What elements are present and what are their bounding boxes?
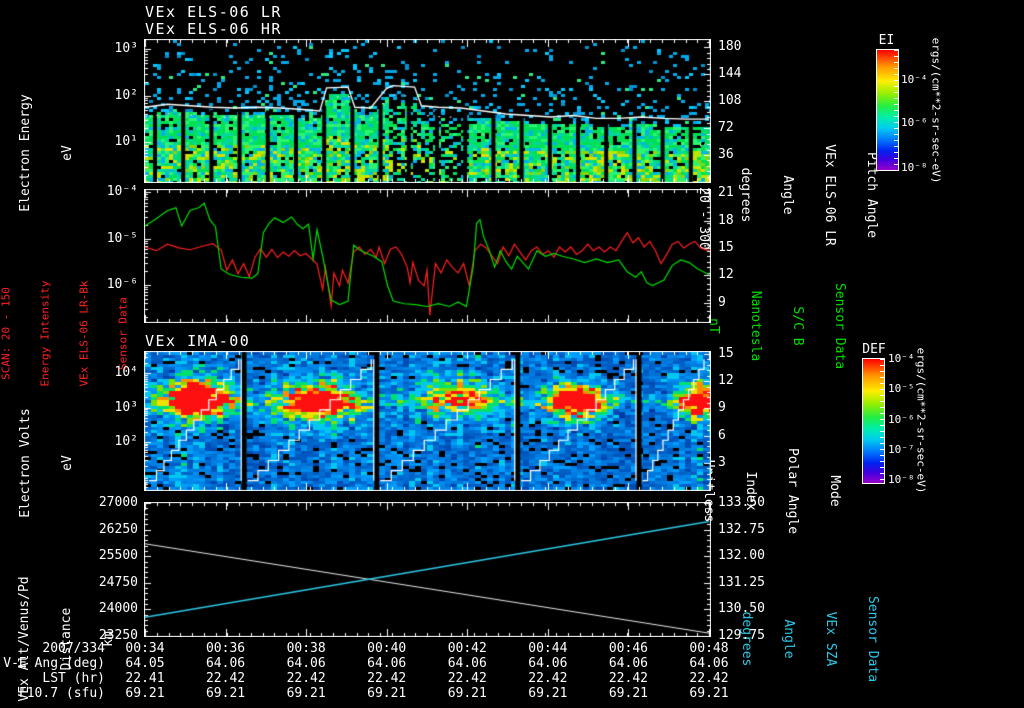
- panel1-plot-canvas: [144, 39, 711, 183]
- axis-tick-label: 6: [718, 427, 726, 443]
- annotation-value: 64.06: [608, 656, 648, 671]
- axis-tick-label: 9: [718, 400, 726, 416]
- colorbar-def-tick-label: 10⁻⁷: [888, 442, 915, 456]
- axis-tick-label: 132.00: [718, 548, 765, 564]
- axis-tick-label: 108: [718, 93, 742, 109]
- colorbar-def-tick-label: 10⁻⁴: [888, 352, 915, 366]
- time-label: 00:36: [205, 641, 246, 656]
- time-label: 00:40: [367, 641, 407, 656]
- panel1-y-axis-label: Electron Energy eV: [18, 94, 75, 212]
- annotation-value: 64.06: [447, 656, 487, 671]
- annotation-value: 22.42: [528, 671, 568, 686]
- time-label: 00:42: [447, 641, 487, 656]
- axis-tick-label: 72: [718, 120, 734, 136]
- colorbar-def-tick-label: 10⁻⁵: [888, 382, 915, 395]
- panel1-title-line2: VEx ELS-06 HR: [145, 20, 282, 38]
- annotation-value: 22.42: [286, 671, 326, 686]
- time-label: 00:38: [286, 641, 326, 656]
- annotation-value: 69.21: [205, 686, 246, 701]
- colorbar-ei-tick-label: 10⁻⁶: [901, 116, 928, 130]
- panel3-plot-canvas: [144, 351, 711, 491]
- axis-tick-label: 21: [718, 185, 734, 201]
- row-label-lst: LST (hr): [42, 671, 105, 686]
- annotation-value: 22.42: [608, 671, 648, 686]
- row-label-ve-ang: V-E Ang (deg): [3, 656, 105, 671]
- axis-tick-label: 10⁻⁴: [106, 184, 138, 200]
- axis-tick-label: 26250: [98, 521, 138, 537]
- axis-tick-label: 132.75: [718, 521, 765, 537]
- colorbar-def-tick-label: 10⁻⁶: [888, 413, 915, 426]
- axis-tick-label: 9: [718, 294, 726, 310]
- annotation-value: 69.21: [528, 686, 568, 701]
- annotation-value: 64.06: [205, 656, 246, 671]
- time-label: 00:46: [608, 641, 648, 656]
- axis-tick-label: 24000: [98, 601, 138, 617]
- axis-tick-label: 130.50: [718, 601, 765, 617]
- colorbar-ei: [876, 49, 899, 171]
- axis-tick-label: 15: [718, 240, 734, 255]
- axis-tick-label: 133.50: [718, 495, 765, 510]
- colorbar-ei-tick-label: 10⁻⁴: [901, 73, 928, 87]
- row-label-f107: F10.7 (sfu): [18, 686, 105, 701]
- annotation-value: 64.06: [528, 656, 568, 671]
- axis-tick-label: 10³: [114, 41, 138, 57]
- axis-tick-label: 10²: [114, 433, 138, 449]
- axis-tick-label: 18: [718, 212, 734, 228]
- annotation-value: 69.21: [286, 686, 326, 701]
- axis-tick-label: 3: [718, 454, 726, 470]
- axis-tick-label: 144: [718, 66, 742, 82]
- annotation-value: 22.42: [447, 671, 487, 686]
- annotation-value: 22.42: [689, 671, 729, 686]
- annotation-value: 64.06: [689, 656, 729, 671]
- axis-tick-label: 10⁻⁶: [106, 276, 138, 292]
- axis-tick-label: 27000: [98, 495, 138, 510]
- axis-tick-label: 10⁻⁵: [106, 230, 138, 246]
- panel4-plot-canvas: [144, 502, 711, 637]
- plot-screen: VEx ELS-06 LR VEx ELS-06 HR VEx IMA-00 E…: [0, 0, 1024, 708]
- time-label: 00:34: [125, 641, 165, 656]
- annotation-value: 64.06: [367, 656, 407, 671]
- annotation-value: 69.21: [608, 686, 648, 701]
- annotation-value: 22.41: [125, 671, 165, 686]
- annotation-value: 69.21: [125, 686, 165, 701]
- axis-tick-label: 131.25: [718, 574, 765, 590]
- annotation-value: 69.21: [689, 686, 729, 701]
- annotation-value: 69.21: [447, 686, 487, 701]
- axis-tick-label: 24750: [98, 574, 138, 590]
- axis-tick-label: 12: [718, 373, 734, 389]
- annotation-value: 22.42: [205, 671, 246, 686]
- annotation-value: 64.06: [286, 656, 326, 671]
- time-label: 00:44: [528, 641, 568, 656]
- annotation-value: 22.42: [367, 671, 407, 686]
- axis-tick-label: 25500: [98, 548, 138, 564]
- panel2-plot-canvas: [144, 189, 711, 323]
- axis-tick-label: 180: [718, 39, 742, 55]
- axis-tick-label: 10²: [114, 87, 138, 103]
- colorbar-ei-title: EI: [878, 33, 895, 48]
- annotation-value: 69.21: [367, 686, 407, 701]
- colorbar-def-units: ergs/(cm**2-sr-sec-eV): [914, 347, 928, 494]
- axis-tick-label: 10¹: [114, 134, 138, 150]
- axis-tick-label: 15: [718, 345, 734, 361]
- panel3-title: VEx IMA-00: [145, 332, 251, 350]
- annotation-value: 64.05: [125, 656, 165, 671]
- axis-tick-label: 10⁴: [114, 365, 138, 381]
- colorbar-def: [862, 358, 885, 484]
- colorbar-def-title: DEF: [862, 342, 886, 357]
- panel1-title-line1: VEx ELS-06 LR: [145, 3, 282, 21]
- axis-tick-label: 12: [718, 267, 734, 283]
- colorbar-ei-units: ergs/(cm**2-sr-sec-eV): [929, 37, 943, 184]
- time-label: 00:48: [689, 641, 729, 656]
- axis-tick-label: 10³: [114, 399, 138, 415]
- colorbar-def-tick-label: 10⁻⁸: [888, 473, 915, 487]
- colorbar-ei-tick-label: 10⁻⁸: [901, 160, 928, 174]
- date-label: 2007/334: [42, 641, 105, 656]
- axis-tick-label: 36: [718, 147, 734, 163]
